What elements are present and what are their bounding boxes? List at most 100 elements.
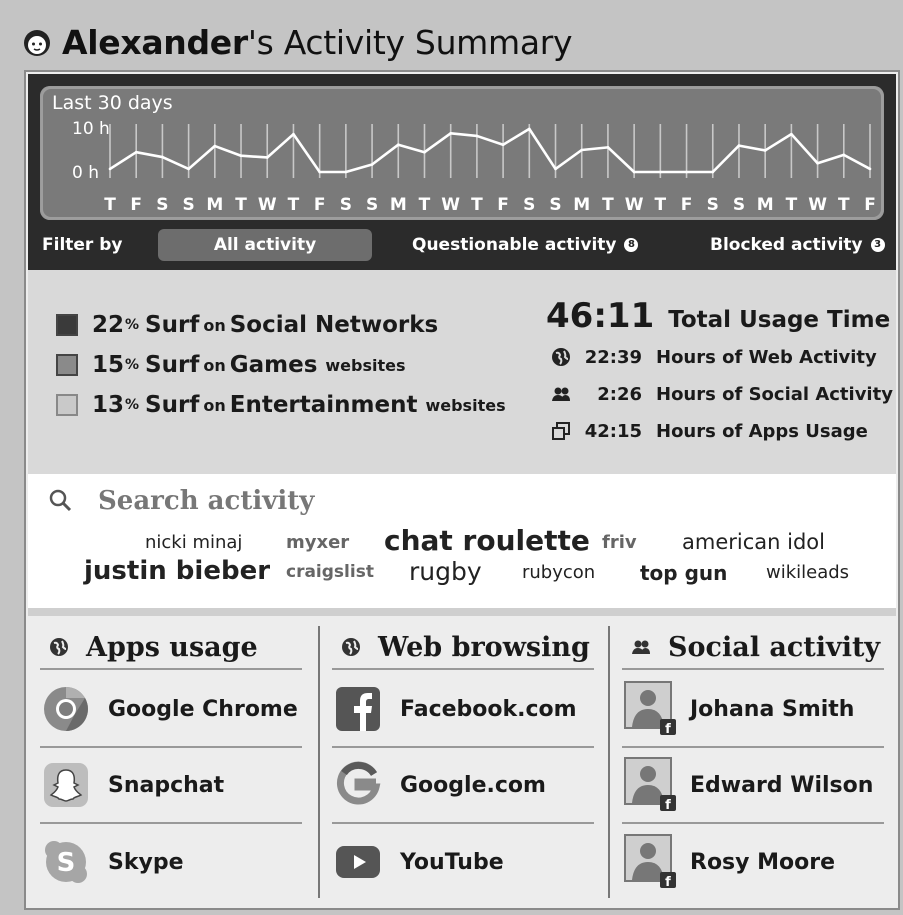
percent-sign: % xyxy=(125,357,140,373)
contact-item[interactable]: f Johana Smith xyxy=(622,672,884,748)
search-term[interactable]: american idol xyxy=(682,530,825,554)
youtube-icon xyxy=(336,846,380,878)
contact-avatar-icon: f xyxy=(624,681,676,737)
total-usage: 46:11 Total Usage Time xyxy=(546,296,890,336)
web-browsing-title: Web browsing xyxy=(378,631,590,663)
search-term[interactable]: craigslist xyxy=(286,562,374,582)
chart-x-tick-label: T xyxy=(471,195,483,215)
search-icon xyxy=(49,489,72,512)
category-on: on xyxy=(203,395,226,415)
activity-chart: Last 30 days 10 h0 hTFSSMTWTFSSMTWTFSSMT… xyxy=(40,86,884,220)
chart-x-tick-label: W xyxy=(441,195,460,215)
chart-x-tick-label: S xyxy=(156,195,168,215)
chart-x-tick-label: F xyxy=(864,195,876,215)
total-usage-label: Total Usage Time xyxy=(668,307,891,333)
web-activity-value: 22:39 xyxy=(584,346,642,368)
stats-section: 22% Surf on Social Networks 15% Surf on Ga… xyxy=(28,270,896,474)
website-item[interactable]: Facebook.com xyxy=(332,672,594,748)
app-item[interactable]: Google Chrome xyxy=(40,672,302,748)
category-percent: 22 xyxy=(92,312,125,338)
usage-row: 42:15 Hours of Apps Usage xyxy=(550,420,868,442)
category-on: on xyxy=(203,355,226,375)
chart-y-tick-label: 0 h xyxy=(72,163,99,183)
contact-item[interactable]: f Rosy Moore xyxy=(622,824,884,900)
chart-x-tick-label: F xyxy=(130,195,142,215)
search-activity-title: Search activity xyxy=(98,486,315,516)
category-swatch xyxy=(56,354,78,376)
search-term[interactable]: rugby xyxy=(409,557,482,586)
chart-point xyxy=(528,127,531,131)
app-item[interactable]: Snapchat xyxy=(40,748,302,824)
category-row: 13% Surf on Entertainment websites xyxy=(56,392,510,418)
filter-all-activity-button[interactable]: All activity xyxy=(158,229,372,261)
summary-panel: Last 30 days 10 h0 hTFSSMTWTFSSMTWTFSSMT… xyxy=(24,70,900,910)
web-activity-label: Hours of Web Activity xyxy=(656,346,877,368)
category-row: 15% Surf on Games websites xyxy=(56,352,410,378)
chart-x-tick-label: T xyxy=(786,195,798,215)
app-name: Snapchat xyxy=(108,772,225,798)
activity-columns: Apps usage Google Chrome Snapchat S Skyp… xyxy=(28,616,896,908)
web-browsing-header: Web browsing xyxy=(332,626,594,670)
chart-point xyxy=(580,148,584,152)
app-name: Google Chrome xyxy=(108,696,298,722)
filter-label: Filter by xyxy=(42,235,123,255)
chart-x-tick-label: S xyxy=(707,195,719,215)
category-surf: Surf xyxy=(145,312,200,338)
skype-icon: S xyxy=(45,841,87,883)
website-name: YouTube xyxy=(400,849,504,875)
chart-x-tick-label: F xyxy=(681,195,693,215)
social-activity-label: Hours of Social Activity xyxy=(656,383,893,405)
chart-point xyxy=(213,144,217,148)
search-term[interactable]: myxer xyxy=(286,532,349,553)
chart-point xyxy=(606,146,610,149)
category-surf: Surf xyxy=(145,392,200,418)
category-swatch xyxy=(56,314,78,336)
search-term[interactable]: top gun xyxy=(640,561,727,585)
filter-questionable-button[interactable]: Questionable activity 8 xyxy=(412,229,639,261)
category-surf: Surf xyxy=(145,352,200,378)
web-list: Facebook.com Google.com YouTube xyxy=(320,672,608,904)
search-term[interactable]: wikileads xyxy=(766,562,849,583)
chart-point xyxy=(632,170,636,174)
chart-x-tick-label: W xyxy=(808,195,827,215)
total-usage-value: 46:11 xyxy=(546,296,655,336)
chart-x-tick-label: F xyxy=(497,195,509,215)
search-term[interactable]: nicki minaj xyxy=(145,532,242,553)
chart-point xyxy=(265,156,269,159)
chart-point xyxy=(187,167,190,171)
category-tail: websites xyxy=(325,355,406,375)
questionable-count-badge: 8 xyxy=(624,238,639,252)
svg-text:f: f xyxy=(665,798,671,813)
search-term[interactable]: friv xyxy=(602,532,637,553)
chart-point xyxy=(711,170,715,174)
contact-avatar-icon: f xyxy=(624,834,676,890)
contact-item[interactable]: f Edward Wilson xyxy=(622,748,884,824)
globe-icon xyxy=(552,348,570,366)
app-item[interactable]: S Skype xyxy=(40,824,302,900)
search-term[interactable]: justin bieber xyxy=(84,556,270,586)
chart-x-tick-label: M xyxy=(573,195,590,215)
chart-point xyxy=(554,167,557,171)
search-term[interactable]: rubycon xyxy=(522,562,595,583)
website-item[interactable]: YouTube xyxy=(332,824,594,900)
category-name: Social Networks xyxy=(229,312,439,338)
chart-x-tick-label: S xyxy=(549,195,561,215)
chart-point xyxy=(108,167,112,171)
website-item[interactable]: Google.com xyxy=(332,748,594,824)
search-term[interactable]: chat roulette xyxy=(384,524,590,557)
chart-x-tick-label: F xyxy=(314,195,326,215)
chart-x-tick-label: M xyxy=(390,195,407,215)
chart-point xyxy=(161,155,164,159)
filter-blocked-button[interactable]: Blocked activity 3 xyxy=(710,229,885,261)
search-activity-header: Search activity xyxy=(48,486,314,516)
website-name: Google.com xyxy=(400,772,546,798)
chart-x-tick-label: T xyxy=(419,195,431,215)
chart-x-tick-label: W xyxy=(625,195,644,215)
chart-series-line xyxy=(109,127,871,174)
chart-x-tick-label: T xyxy=(288,195,300,215)
search-activity-section: Search activity nicki minaj myxer chat r… xyxy=(28,474,896,608)
filter-blocked-label: Blocked activity xyxy=(710,235,863,255)
category-on: on xyxy=(203,315,226,335)
chart-point xyxy=(423,150,426,154)
chart-x-tick-label: S xyxy=(523,195,535,215)
